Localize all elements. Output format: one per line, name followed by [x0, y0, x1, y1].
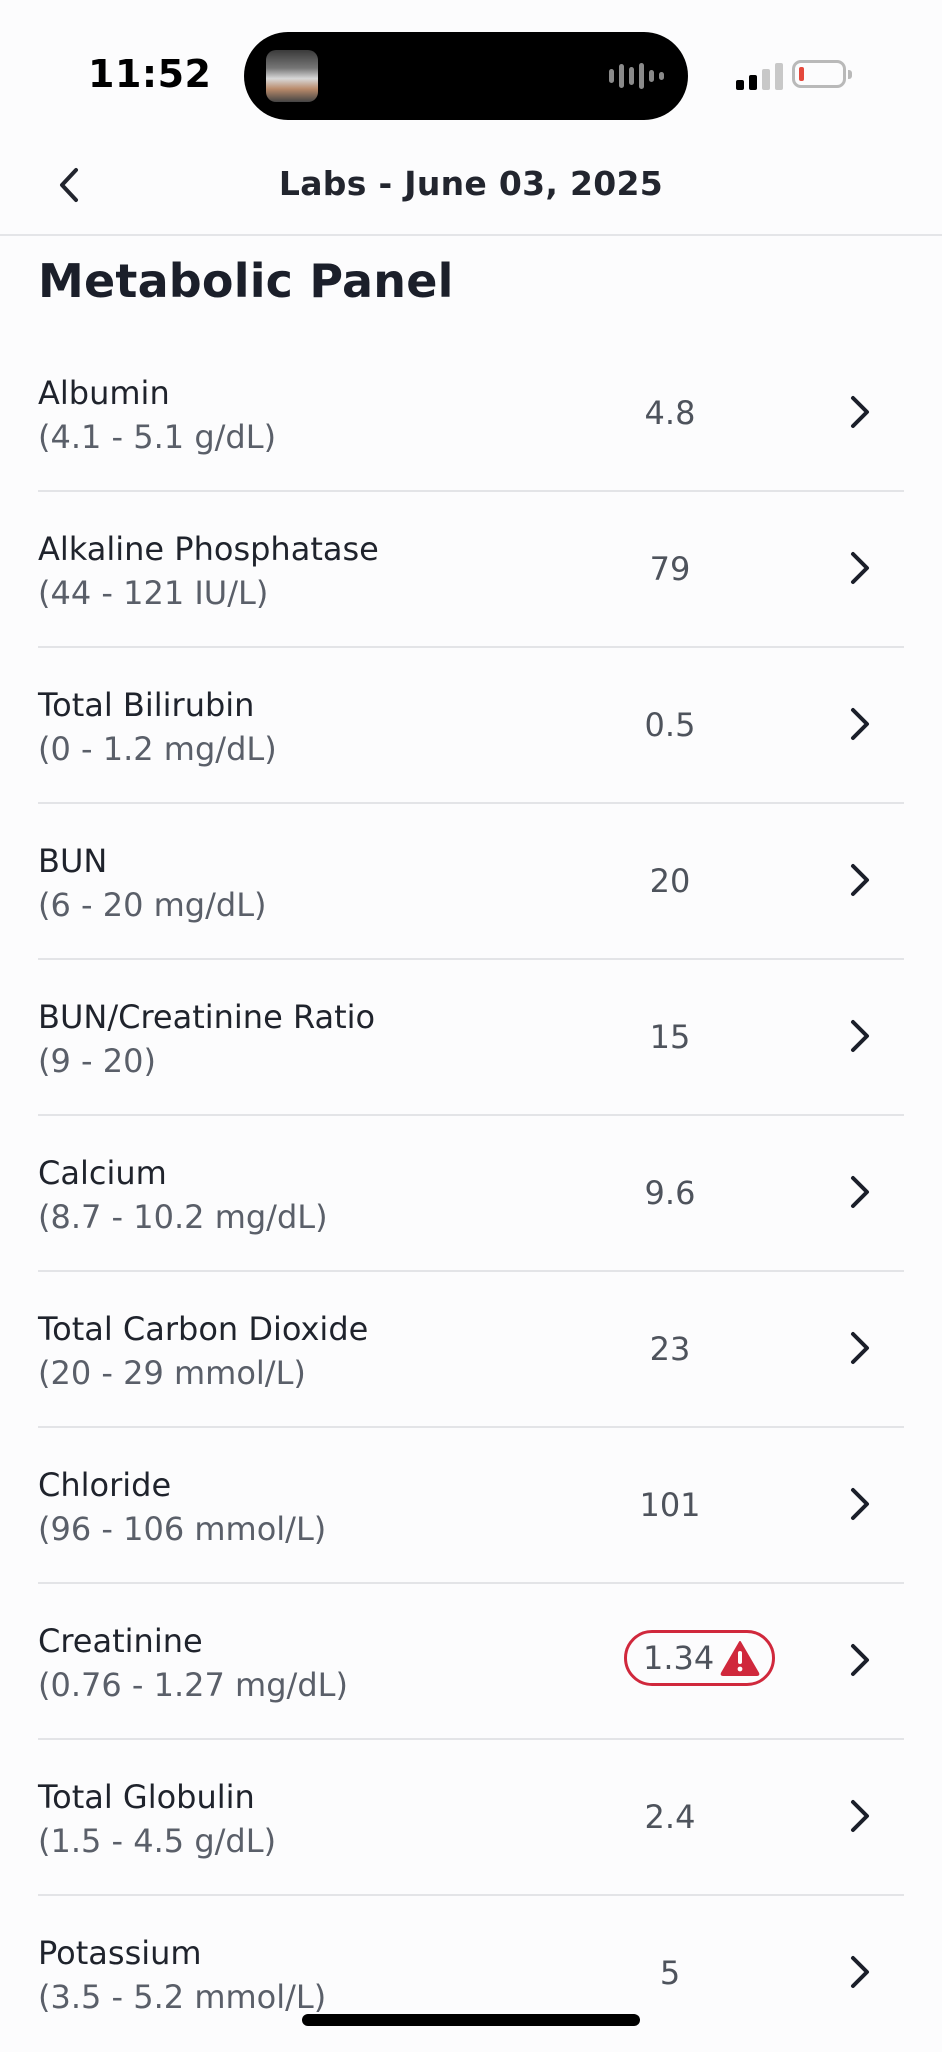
cellular-signal-icon	[736, 62, 783, 90]
lab-reference-range: (1.5 - 4.5 g/dL)	[38, 1822, 277, 1860]
lab-reference-range: (3.5 - 5.2 mmol/L)	[38, 1978, 327, 2016]
chevron-right-icon	[844, 1328, 876, 1368]
dynamic-island	[244, 32, 688, 120]
battery-level	[799, 67, 804, 81]
lab-name: BUN/Creatinine Ratio	[38, 998, 376, 1036]
lab-row-albumin[interactable]: Albumin (4.1 - 5.1 g/dL) 4.8	[38, 336, 904, 492]
lab-row-alkaline-phosphatase[interactable]: Alkaline Phosphatase (44 - 121 IU/L) 79	[38, 492, 904, 648]
chevron-right-icon	[844, 1172, 876, 1212]
lab-row-potassium[interactable]: Potassium (3.5 - 5.2 mmol/L) 5	[38, 1896, 904, 2052]
lab-value: 4.8	[644, 394, 696, 432]
lab-value: 9.6	[644, 1174, 696, 1212]
lab-row-total-globulin[interactable]: Total Globulin (1.5 - 4.5 g/dL) 2.4	[38, 1740, 904, 1896]
chevron-right-icon	[844, 1952, 876, 1992]
section-title: Metabolic Panel	[38, 254, 454, 308]
nav-header: Labs - June 03, 2025	[0, 140, 942, 236]
lab-reference-range: (4.1 - 5.1 g/dL)	[38, 418, 277, 456]
lab-row-chloride[interactable]: Chloride (96 - 106 mmol/L) 101	[38, 1428, 904, 1584]
lab-value: 79	[649, 550, 691, 588]
lab-name: Calcium	[38, 1154, 167, 1192]
lab-value: 0.5	[644, 706, 696, 744]
lab-results-list: Albumin (4.1 - 5.1 g/dL) 4.8 Alkaline Ph…	[38, 336, 904, 2052]
lab-value: 1.34	[643, 1639, 715, 1677]
chevron-right-icon	[844, 1016, 876, 1056]
page-title: Labs - June 03, 2025	[278, 164, 664, 203]
chevron-right-icon	[844, 548, 876, 588]
lab-value: 20	[649, 862, 691, 900]
lab-name: Potassium	[38, 1934, 202, 1972]
lab-value: 23	[649, 1330, 691, 1368]
lab-row-creatinine[interactable]: Creatinine (0.76 - 1.27 mg/dL) 1.34	[38, 1584, 904, 1740]
lab-name: BUN	[38, 842, 108, 880]
lab-name: Total Bilirubin	[38, 686, 255, 724]
chevron-right-icon	[844, 392, 876, 432]
chevron-right-icon	[844, 704, 876, 744]
lab-reference-range: (44 - 121 IU/L)	[38, 574, 269, 612]
now-playing-thumbnail	[266, 50, 318, 102]
chevron-right-icon	[844, 1484, 876, 1524]
lab-value: 2.4	[644, 1798, 696, 1836]
lab-reference-range: (20 - 29 mmol/L)	[38, 1354, 306, 1392]
lab-reference-range: (0 - 1.2 mg/dL)	[38, 730, 277, 768]
lab-value: 15	[649, 1018, 691, 1056]
home-indicator[interactable]	[302, 2014, 640, 2026]
lab-name: Total Carbon Dioxide	[38, 1310, 369, 1348]
audio-waveform-icon	[609, 62, 664, 90]
warning-triangle-icon	[720, 1641, 760, 1676]
lab-reference-range: (6 - 20 mg/dL)	[38, 886, 267, 924]
chevron-right-icon	[844, 860, 876, 900]
lab-row-calcium[interactable]: Calcium (8.7 - 10.2 mg/dL) 9.6	[38, 1116, 904, 1272]
lab-reference-range: (0.76 - 1.27 mg/dL)	[38, 1666, 348, 1704]
chevron-right-icon	[844, 1796, 876, 1836]
lab-row-bun[interactable]: BUN (6 - 20 mg/dL) 20	[38, 804, 904, 960]
lab-name: Albumin	[38, 374, 170, 412]
status-bar: 11:52	[0, 0, 942, 140]
lab-reference-range: (96 - 106 mmol/L)	[38, 1510, 327, 1548]
chevron-right-icon	[844, 1640, 876, 1680]
lab-name: Total Globulin	[38, 1778, 255, 1816]
lab-value: 5	[659, 1954, 681, 1992]
lab-name: Creatinine	[38, 1622, 203, 1660]
out-of-range-badge: 1.34	[624, 1630, 776, 1686]
lab-value: 101	[639, 1486, 701, 1524]
status-time: 11:52	[88, 52, 212, 96]
lab-row-total-bilirubin[interactable]: Total Bilirubin (0 - 1.2 mg/dL) 0.5	[38, 648, 904, 804]
lab-row-total-carbon-dioxide[interactable]: Total Carbon Dioxide (20 - 29 mmol/L) 23	[38, 1272, 904, 1428]
battery-icon	[792, 60, 852, 88]
lab-name: Chloride	[38, 1466, 172, 1504]
lab-reference-range: (8.7 - 10.2 mg/dL)	[38, 1198, 328, 1236]
lab-reference-range: (9 - 20)	[38, 1042, 156, 1080]
lab-name: Alkaline Phosphatase	[38, 530, 379, 568]
lab-row-bun-creatinine-ratio[interactable]: BUN/Creatinine Ratio (9 - 20) 15	[38, 960, 904, 1116]
